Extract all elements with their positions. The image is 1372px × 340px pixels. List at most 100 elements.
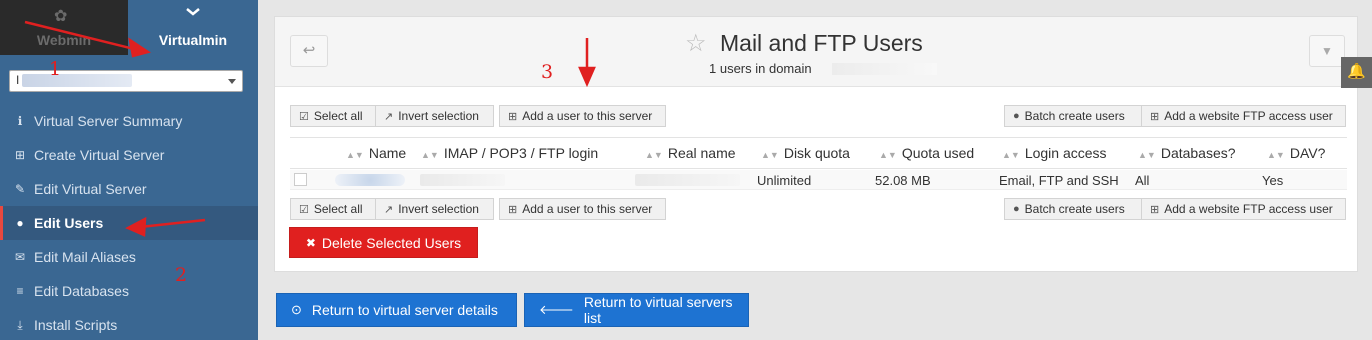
share-icon: ↗: [384, 110, 394, 123]
invert-selection-label: Invert selection: [398, 202, 479, 216]
edit-icon: ✎: [14, 182, 26, 196]
page-subtitle: 1 users in domain: [709, 61, 812, 76]
plus-square-icon: ⊞: [508, 203, 518, 216]
column-label: Quota used: [901, 145, 975, 161]
cell-dav: Yes: [1262, 173, 1284, 188]
info-circle-icon: ℹ: [17, 114, 23, 128]
add-user-button-bottom[interactable]: ⊞ Add a user to this server: [499, 198, 666, 220]
webmin-tab[interactable]: ✿ Webmin: [0, 0, 128, 55]
row-checkbox[interactable]: [294, 173, 307, 186]
domain-name-blurred: [832, 63, 937, 75]
select-all-label: Select all: [313, 202, 363, 216]
sidebar-menu: ℹ Virtual Server Summary ⊞ Create Virtua…: [0, 104, 258, 340]
envelope-icon: ✉: [14, 250, 26, 264]
return-details-label: Return to virtual server details: [311, 302, 498, 318]
sort-icon: ▲▼: [761, 150, 779, 160]
sort-icon: ▲▼: [421, 150, 439, 160]
column-header-name[interactable]: ▲▼ Name: [346, 145, 406, 161]
column-header-login-access[interactable]: ▲▼ Login access: [1002, 145, 1107, 161]
sidebar-item-edit-users[interactable]: ● Edit Users: [0, 206, 258, 240]
domain-select[interactable]: I: [9, 70, 243, 92]
column-label: Real name: [667, 145, 736, 161]
column-header-dav[interactable]: ▲▼ DAV?: [1267, 145, 1325, 161]
plus-square-icon: ⊞: [14, 148, 26, 162]
check-square-icon: ☑: [299, 203, 309, 216]
add-website-ftp-label: Add a website FTP access user: [1164, 109, 1333, 123]
delete-selected-users-button[interactable]: ✖ Delete Selected Users: [289, 227, 478, 258]
return-arrow-icon: ↩: [302, 42, 316, 59]
invert-selection-button[interactable]: ↗ Invert selection: [375, 105, 494, 127]
batch-create-button-bottom[interactable]: ● Batch create users: [1004, 198, 1142, 220]
return-list-button[interactable]: 🡐 Return to virtual servers list: [524, 293, 749, 327]
column-label: Name: [368, 145, 407, 161]
sidebar-item-install-scripts[interactable]: ⤓ Install Scripts: [0, 308, 258, 340]
add-user-label: Add a user to this server: [522, 109, 653, 123]
select-all-button[interactable]: ☑ Select all: [290, 105, 376, 127]
back-button[interactable]: ↩: [290, 35, 328, 67]
annotation-number-1: 1: [49, 58, 62, 80]
add-user-label: Add a user to this server: [522, 202, 653, 216]
user-icon: ●: [1013, 203, 1020, 215]
sidebar-item-label: Create Virtual Server: [34, 147, 165, 163]
share-icon: ↗: [384, 203, 394, 216]
column-header-real-name[interactable]: ▲▼ Real name: [645, 145, 736, 161]
sidebar-item-label: Edit Databases: [34, 283, 129, 299]
add-website-ftp-button[interactable]: ⊞ Add a website FTP access user: [1141, 105, 1346, 127]
sort-icon: ▲▼: [879, 150, 897, 160]
user-icon: ●: [1013, 110, 1020, 122]
column-label: DAV?: [1289, 145, 1326, 161]
download-icon: ⤓: [17, 317, 23, 332]
sidebar-item-edit-databases[interactable]: ≡ Edit Databases: [0, 274, 258, 308]
filter-button[interactable]: ▼: [1309, 35, 1345, 67]
arrow-circle-left-icon: ⊙: [291, 302, 302, 317]
bell-icon: 🔔: [1347, 63, 1366, 80]
virtualmin-tab-label: Virtualmin: [158, 32, 228, 48]
sidebar-item-virtual-server-summary[interactable]: ℹ Virtual Server Summary: [0, 104, 258, 138]
invert-selection-button-bottom[interactable]: ↗ Invert selection: [375, 198, 494, 220]
batch-create-button[interactable]: ● Batch create users: [1004, 105, 1142, 127]
check-square-icon: ☑: [299, 110, 309, 123]
column-header-disk-quota[interactable]: ▲▼ Disk quota: [761, 145, 850, 161]
sidebar-item-label: Edit Mail Aliases: [34, 249, 136, 265]
return-details-button[interactable]: ⊙ Return to virtual server details: [276, 293, 517, 327]
sidebar-item-label: Virtual Server Summary: [34, 113, 183, 129]
caret-down-icon: [228, 79, 236, 84]
sidebar-item-edit-virtual-server[interactable]: ✎ Edit Virtual Server: [0, 172, 258, 206]
return-list-label: Return to virtual servers list: [583, 294, 733, 326]
cell-login-access: Email, FTP and SSH: [999, 173, 1119, 188]
database-icon: ≡: [16, 284, 24, 298]
domain-select-blurred: [22, 74, 132, 87]
main-panel: ↩ ☆ Mail and FTP Users 1 users in domain…: [274, 16, 1358, 272]
sidebar-item-create-virtual-server[interactable]: ⊞ Create Virtual Server: [0, 138, 258, 172]
batch-create-label: Batch create users: [1024, 202, 1125, 216]
page-title: Mail and FTP Users: [720, 30, 923, 56]
cell-disk-quota: Unlimited: [757, 173, 812, 188]
cell-quota-used: 52.08 MB: [875, 173, 931, 188]
panel-header: ↩ ☆ Mail and FTP Users 1 users in domain…: [275, 17, 1357, 87]
notification-bell-button[interactable]: 🔔: [1341, 57, 1372, 88]
add-website-ftp-label: Add a website FTP access user: [1164, 202, 1333, 216]
sort-icon: ▲▼: [346, 150, 364, 160]
sidebar-item-edit-mail-aliases[interactable]: ✉ Edit Mail Aliases: [0, 240, 258, 274]
annotation-number-2: 2: [175, 264, 188, 286]
star-icon[interactable]: ☆: [685, 29, 707, 58]
column-label: Disk quota: [783, 145, 850, 161]
column-header-login[interactable]: ▲▼ IMAP / POP3 / FTP login: [421, 145, 598, 161]
sidebar: ✿ Webmin Virtualmin I ℹ Virtual Server S…: [0, 0, 258, 340]
add-website-ftp-button-bottom[interactable]: ⊞ Add a website FTP access user: [1141, 198, 1346, 220]
delete-selected-label: Delete Selected Users: [321, 234, 462, 251]
arrow-left-icon: 🡐: [539, 302, 574, 317]
table-row[interactable]: Unlimited 52.08 MB Email, FTP and SSH Al…: [290, 170, 1347, 190]
select-all-button-bottom[interactable]: ☑ Select all: [290, 198, 376, 220]
column-label: Login access: [1024, 145, 1107, 161]
sidebar-item-label: Install Scripts: [34, 317, 118, 333]
virtualmin-tab[interactable]: Virtualmin: [128, 0, 258, 55]
webmin-tab-label: Webmin: [36, 32, 92, 48]
add-user-button[interactable]: ⊞ Add a user to this server: [499, 105, 666, 127]
column-header-quota-used[interactable]: ▲▼ Quota used: [879, 145, 974, 161]
user-login-blurred: [420, 174, 505, 186]
user-real-name-blurred: [635, 174, 740, 186]
column-header-databases[interactable]: ▲▼ Databases?: [1138, 145, 1236, 161]
table-header: ▲▼ Name ▲▼ IMAP / POP3 / FTP login ▲▼ Real …: [290, 137, 1347, 169]
sort-icon: ▲▼: [1267, 150, 1285, 160]
